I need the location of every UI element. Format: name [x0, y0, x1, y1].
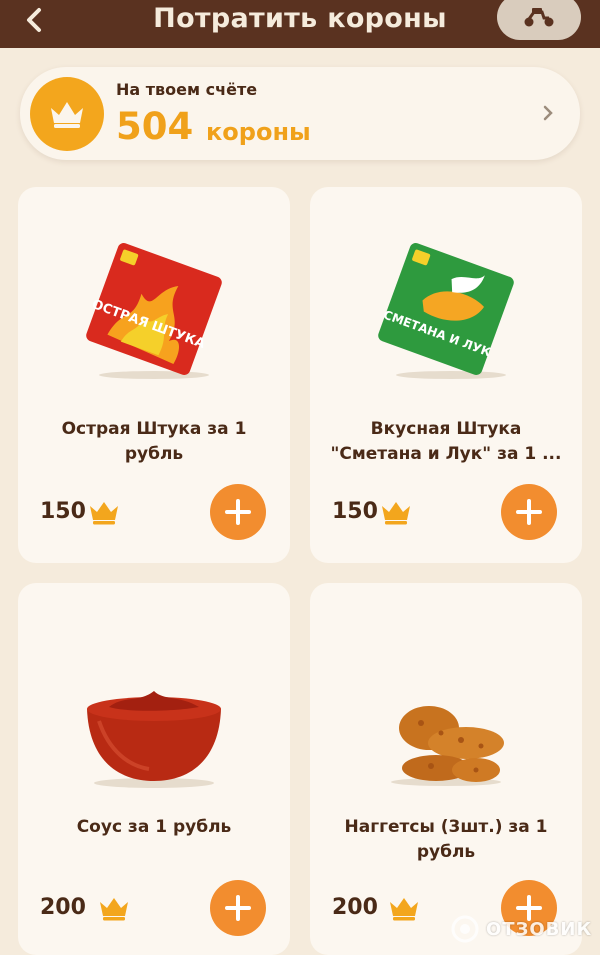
plus-icon [225, 895, 251, 921]
product-card[interactable]: Соус за 1 рубль 200 [18, 583, 290, 955]
product-price: 200 [332, 895, 378, 920]
crowns-balance-card[interactable]: На твоем счёте 504 короны [20, 67, 580, 160]
balance-label: На твоем счёте [116, 80, 258, 99]
crown-badge-icon [30, 77, 104, 151]
top-bar: Потратить короны [0, 0, 600, 48]
watermark: ОТЗОВИК [450, 912, 592, 946]
otzovik-logo-icon [451, 915, 479, 943]
crown-icon [390, 898, 418, 921]
add-button[interactable] [210, 880, 266, 936]
plus-icon [225, 499, 251, 525]
product-name: Наггетсы (3шт.) за 1 рубль [344, 817, 548, 862]
balance-amount: 504 [116, 105, 194, 148]
product-card[interactable]: Наггетсы (3шт.) за 1 рубль 200 [310, 583, 582, 955]
crown-icon [382, 502, 410, 525]
product-image [310, 698, 582, 788]
add-button[interactable] [210, 484, 266, 540]
product-name: Вкусная Штука "Сметана и Лук" за 1 ... [330, 419, 562, 464]
balance-unit: короны [206, 118, 311, 146]
product-image [18, 681, 290, 791]
product-price: 200 [40, 895, 86, 920]
product-card[interactable]: СМЕТАНА И ЛУК Вкусная Штука "Сметана и Л… [310, 187, 582, 563]
add-button[interactable] [501, 484, 557, 540]
plus-icon [516, 499, 542, 525]
product-name: Соус за 1 рубль [76, 817, 232, 837]
product-image: ОСТРАЯ ШТУКА [18, 239, 290, 379]
product-price: 150 [40, 499, 86, 524]
product-price: 150 [332, 499, 378, 524]
scooter-icon [524, 8, 554, 27]
watermark-text: ОТЗОВИК [486, 918, 593, 940]
crown-icon [100, 898, 128, 921]
product-image: СМЕТАНА И ЛУК [310, 239, 582, 379]
chevron-right-icon[interactable] [538, 100, 558, 126]
product-card[interactable]: ОСТРАЯ ШТУКА Острая Штука за 1 рубль 150 [18, 187, 290, 563]
crown-icon [90, 502, 118, 525]
product-name: Острая Штука за 1 рубль [61, 419, 247, 464]
delivery-button[interactable] [497, 0, 581, 40]
